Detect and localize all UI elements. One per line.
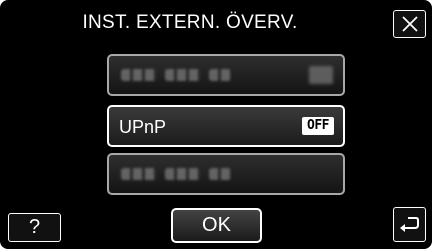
- setting-row-obscured-2[interactable]: [107, 153, 345, 195]
- setting-label-upnp: UPnP: [119, 117, 167, 137]
- close-icon: [401, 16, 418, 32]
- ok-button[interactable]: OK: [171, 208, 262, 243]
- close-button[interactable]: [393, 10, 426, 38]
- setting-row-upnp[interactable]: UPnP OFF: [107, 105, 345, 147]
- back-button[interactable]: [393, 207, 426, 242]
- help-button[interactable]: ?: [8, 213, 61, 242]
- status-badge-off: OFF: [302, 117, 334, 135]
- obscured-text: [209, 69, 231, 81]
- obscured-text: [165, 168, 201, 180]
- obscured-value: [309, 66, 333, 84]
- screen: INST. EXTERN. ÖVERV. UPnP OFF ? OK: [0, 0, 432, 249]
- return-arrow-icon: [399, 216, 419, 232]
- obscured-text: [121, 69, 157, 81]
- obscured-text: [209, 168, 231, 180]
- obscured-text: [165, 69, 201, 81]
- setting-row-obscured-1[interactable]: [107, 54, 345, 96]
- obscured-text: [121, 168, 157, 180]
- page-title: INST. EXTERN. ÖVERV.: [82, 12, 298, 33]
